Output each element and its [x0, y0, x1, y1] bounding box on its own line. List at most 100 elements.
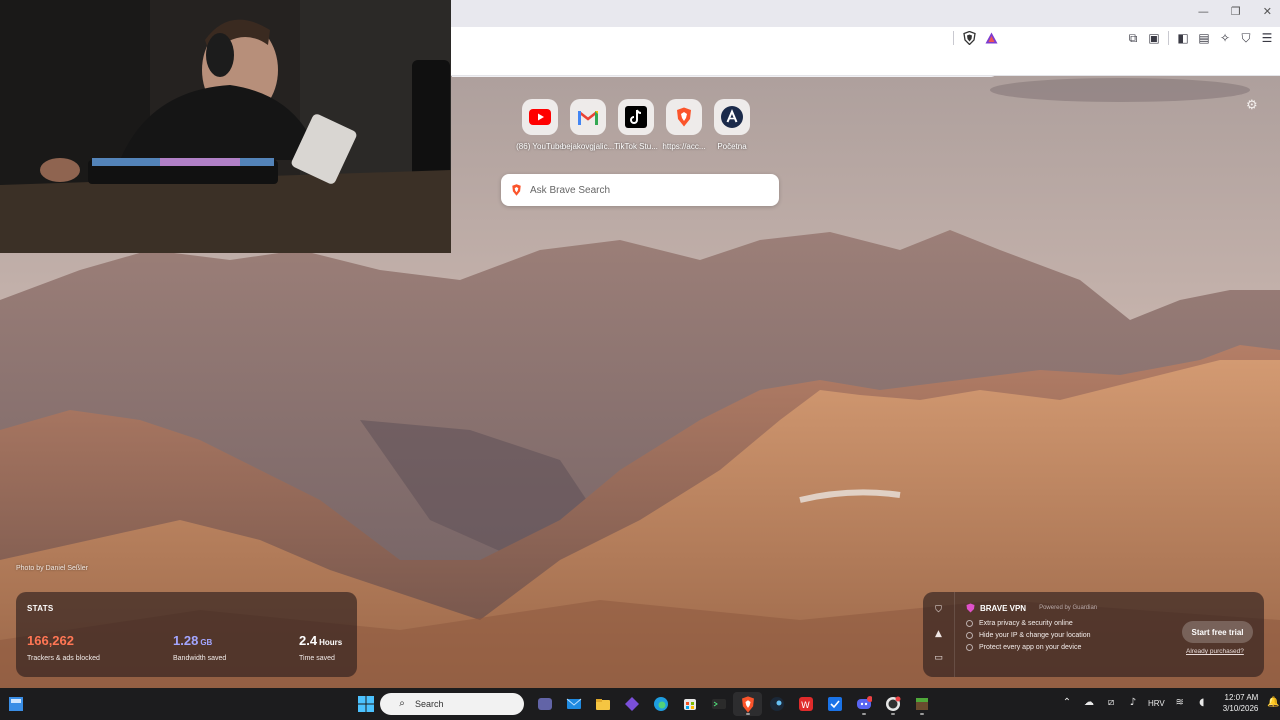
widget-switcher: ⛉ ▲ ▭: [923, 592, 955, 677]
mail-app[interactable]: [559, 692, 588, 716]
already-purchased-link[interactable]: Already purchased?: [1186, 648, 1244, 655]
site-label: https://acc...: [662, 142, 706, 151]
taskbar-apps: ⌕ Search W: [351, 692, 936, 716]
top-sites: (86) YouTube bejakovgjalic... TikTok Stu…: [516, 99, 756, 151]
clipchamp-app[interactable]: [617, 692, 646, 716]
address-bar-icons: [953, 31, 998, 45]
brave-rewards-icon[interactable]: [984, 31, 998, 45]
vpn-logo-icon: [966, 603, 975, 613]
show-desktop-icon[interactable]: [9, 697, 23, 716]
minecraft-app[interactable]: [907, 692, 936, 716]
steam-app[interactable]: [762, 692, 791, 716]
time-unit: Hours: [319, 638, 343, 647]
site-tile: [570, 99, 606, 135]
list-item: Extra privacy & security online: [966, 620, 1091, 627]
clock[interactable]: 12:07 AM 3/10/2026: [1223, 692, 1259, 714]
minimize-button[interactable]: —: [1198, 5, 1209, 18]
search-input[interactable]: [530, 184, 760, 196]
account-icon: [721, 106, 743, 128]
close-button[interactable]: ✕: [1263, 5, 1272, 18]
top-site-brave-account[interactable]: https://acc...: [660, 99, 708, 151]
feature-text: Extra privacy & security online: [979, 620, 1073, 627]
vpn-header: BRAVE VPN Powered by Guardian: [966, 603, 1097, 613]
language-indicator[interactable]: HRV: [1148, 699, 1165, 708]
sidebar-icon[interactable]: ◧: [1176, 31, 1190, 45]
system-tray: ⌃ ☁ ⧄ ♪ HRV ≋ ◖ 12:07 AM 3/10/2026 🔔: [1060, 692, 1280, 714]
start-button[interactable]: [351, 692, 380, 716]
clock-date: 3/10/2026: [1222, 704, 1259, 713]
list-item: Hide your IP & change your location: [966, 632, 1091, 639]
divider: [953, 31, 954, 45]
tiktok-icon: [625, 106, 647, 128]
brave-logo-icon: [512, 184, 521, 196]
microphone-icon[interactable]: ♪: [1126, 696, 1140, 710]
wifi-icon[interactable]: ≋: [1173, 696, 1187, 710]
bandwidth-desc: Bandwidth saved: [173, 655, 227, 662]
obs-app[interactable]: [878, 692, 907, 716]
top-site-tiktok[interactable]: TikTok Stu...: [612, 99, 660, 151]
brave-app[interactable]: [733, 692, 762, 716]
stats-widget: STATS 166,262 Trackers & ads blocked 1.2…: [16, 592, 357, 677]
active-indicator: [861, 713, 866, 715]
feature-text: Protect every app on your device: [979, 644, 1082, 651]
clock-time: 12:07 AM: [1224, 693, 1259, 702]
site-label: TikTok Stu...: [614, 142, 658, 151]
gmail-icon: [578, 110, 598, 125]
check-icon: [966, 632, 973, 639]
svg-text:W: W: [801, 701, 810, 711]
time-desc: Time saved: [299, 655, 335, 662]
volume-icon[interactable]: ◖: [1195, 696, 1209, 710]
time-value: 2.4: [299, 633, 318, 648]
start-free-trial-button[interactable]: Start free trial: [1182, 621, 1253, 643]
vpn-title: BRAVE VPN: [980, 603, 1027, 613]
time-stat: 2.4 Hours Time saved: [299, 632, 342, 662]
brave-search-box[interactable]: [501, 174, 779, 206]
cards-icon[interactable]: ▭: [932, 652, 946, 666]
webcam-overlay: [0, 0, 451, 253]
taskbar-search[interactable]: ⌕ Search: [380, 693, 524, 715]
discord-app[interactable]: [849, 692, 878, 716]
network-icon[interactable]: ⧄: [1104, 696, 1118, 710]
vpn-features: Extra privacy & security online Hide you…: [966, 620, 1091, 656]
menu-icon[interactable]: ☰: [1260, 31, 1274, 45]
windows-taskbar: ⌕ Search W ⌃ ☁ ⧄ ♪ HRV ≋ ◖ 12:07 AM 3/10…: [0, 688, 1280, 720]
leo-ai-icon[interactable]: ✧: [1218, 31, 1232, 45]
active-indicator: [890, 713, 895, 715]
chevron-up-icon[interactable]: ⌃: [1060, 696, 1074, 710]
trackers-value: 166,262: [27, 633, 74, 648]
top-site-pocetna[interactable]: Početna: [708, 99, 756, 151]
stats-title: STATS: [27, 604, 54, 613]
wallet-icon[interactable]: ▤: [1197, 31, 1211, 45]
photo-credit[interactable]: Photo by Daniel Seßler: [16, 565, 88, 572]
wps-office-app[interactable]: W: [791, 692, 820, 716]
divider: [1168, 31, 1169, 45]
settings-gear-icon[interactable]: ⚙: [1246, 97, 1258, 113]
trackers-stat: 166,262 Trackers & ads blocked: [27, 632, 100, 662]
brave-icon: [677, 107, 691, 127]
tab-search-icon[interactable]: ▣: [1147, 31, 1161, 45]
brave-shields-icon[interactable]: [962, 31, 976, 45]
extensions-icon[interactable]: ⧉: [1126, 31, 1140, 45]
vpn-shield-icon[interactable]: ⛉: [932, 603, 946, 617]
trackers-desc: Trackers & ads blocked: [27, 655, 100, 662]
maximize-button[interactable]: ❐: [1231, 5, 1241, 18]
bandwidth-value: 1.28: [173, 633, 199, 648]
teams-app[interactable]: [530, 692, 559, 716]
onedrive-icon[interactable]: ☁: [1082, 696, 1096, 710]
edge-app[interactable]: [646, 692, 675, 716]
youtube-icon: [529, 109, 551, 125]
vpn-widget: ⛉ ▲ ▭ BRAVE VPN Powered by Guardian Extr…: [923, 592, 1264, 677]
check-icon: [966, 620, 973, 627]
notification-bell-icon[interactable]: 🔔: [1266, 696, 1280, 710]
site-label: Početna: [717, 142, 747, 151]
vpn-powered-by: Powered by Guardian: [1039, 605, 1098, 611]
terminal-app[interactable]: [704, 692, 733, 716]
todo-app[interactable]: [820, 692, 849, 716]
rewards-triangle-icon[interactable]: ▲: [932, 627, 946, 641]
top-site-gmail[interactable]: bejakovgjalic...: [562, 99, 614, 151]
bandwidth-stat: 1.28 GB Bandwidth saved: [173, 632, 226, 662]
store-app[interactable]: [675, 692, 704, 716]
file-explorer-app[interactable]: [588, 692, 617, 716]
top-site-youtube[interactable]: (86) YouTube: [516, 99, 564, 151]
vpn-icon[interactable]: ⛉: [1239, 31, 1253, 45]
